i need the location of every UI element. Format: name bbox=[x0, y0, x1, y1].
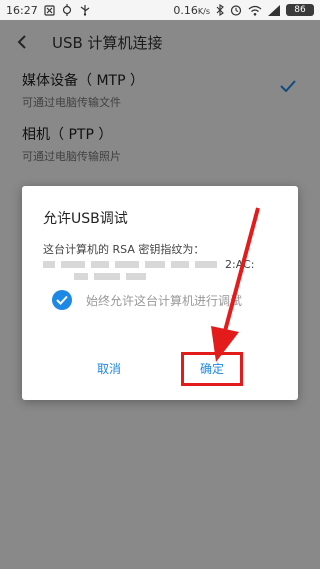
signal-icon bbox=[268, 4, 280, 16]
status-bar: 16:27 0.16K/s 86 bbox=[0, 0, 320, 20]
usb-debug-icon bbox=[61, 4, 73, 16]
battery-icon: 86 bbox=[286, 4, 314, 16]
redacted-block bbox=[61, 261, 85, 268]
redacted-block bbox=[145, 261, 165, 268]
status-time: 16:27 bbox=[6, 3, 38, 17]
net-speed: 0.16K/s bbox=[173, 4, 210, 17]
redacted-block bbox=[91, 261, 109, 268]
redacted-block bbox=[115, 261, 139, 268]
always-allow-checkbox[interactable]: 始终允许这台计算机进行调试 bbox=[52, 290, 242, 310]
dialog-title: 允许USB调试 bbox=[43, 211, 128, 227]
usb-debug-dialog: 允许USB调试 这台计算机的 RSA 密钥指纹为： 2:AC: 始终允许这台计算… bbox=[22, 186, 298, 400]
redacted-block bbox=[126, 273, 146, 280]
redacted-block bbox=[74, 273, 88, 280]
wifi-icon bbox=[248, 5, 262, 16]
usb-icon bbox=[79, 4, 91, 16]
sim-card-icon bbox=[44, 4, 55, 16]
checkbox-checked-icon bbox=[52, 290, 72, 310]
fingerprint-tail: 2:AC: bbox=[225, 258, 255, 271]
redacted-block bbox=[171, 261, 189, 268]
redacted-block bbox=[43, 261, 55, 268]
redacted-block bbox=[94, 273, 120, 280]
redacted-block bbox=[195, 261, 217, 268]
cancel-button[interactable]: 取消 bbox=[84, 357, 134, 381]
fingerprint-line-2 bbox=[74, 273, 152, 280]
net-speed-unit: K/s bbox=[197, 6, 210, 16]
always-allow-label: 始终允许这台计算机进行调试 bbox=[86, 293, 243, 308]
fingerprint-line-1: 2:AC: bbox=[43, 258, 254, 271]
bluetooth-icon bbox=[216, 4, 224, 16]
ok-button[interactable]: 确定 bbox=[181, 352, 243, 386]
fingerprint-label: 这台计算机的 RSA 密钥指纹为： bbox=[43, 243, 205, 256]
battery-level: 86 bbox=[294, 5, 306, 15]
net-speed-value: 0.16 bbox=[173, 3, 198, 17]
alarm-icon bbox=[230, 4, 242, 16]
